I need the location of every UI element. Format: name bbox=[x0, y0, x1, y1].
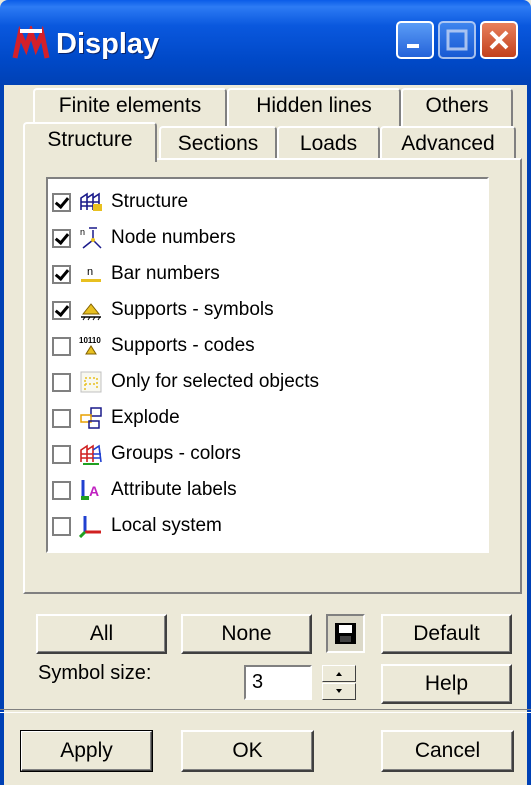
tab-others[interactable]: Others bbox=[401, 88, 513, 126]
item-label: Only for selected objects bbox=[111, 371, 320, 392]
item-label: Structure bbox=[111, 191, 189, 212]
tab-hidden-lines[interactable]: Hidden lines bbox=[227, 88, 401, 126]
default-button[interactable]: Default bbox=[381, 614, 512, 654]
explode-icon bbox=[80, 407, 102, 429]
svg-text:10110: 10110 bbox=[79, 336, 101, 345]
structure-icon bbox=[80, 192, 102, 211]
window-frame-left bbox=[0, 85, 4, 785]
window-frame-right bbox=[527, 85, 531, 785]
tab-advanced[interactable]: Advanced bbox=[380, 126, 516, 160]
tab-sections[interactable]: Sections bbox=[159, 126, 277, 160]
cancel-button[interactable]: Cancel bbox=[381, 730, 514, 772]
node-numbers-icon: n bbox=[80, 227, 102, 249]
floppy-disk-icon bbox=[335, 623, 356, 644]
checkbox[interactable] bbox=[52, 480, 71, 500]
item-label: Local system bbox=[111, 515, 222, 536]
item-label: Supports - symbols bbox=[111, 299, 274, 320]
all-button[interactable]: All bbox=[36, 614, 167, 654]
separator bbox=[0, 709, 531, 713]
svg-text:n: n bbox=[80, 227, 85, 237]
list-item-node-numbers[interactable]: n Node numbers bbox=[52, 221, 236, 255]
groups-colors-icon bbox=[80, 444, 102, 465]
item-label: Node numbers bbox=[111, 227, 236, 248]
list-item-supports-symbols[interactable]: Supports - symbols bbox=[52, 293, 274, 327]
save-defaults-button[interactable] bbox=[326, 614, 365, 653]
item-label: Supports - codes bbox=[111, 335, 255, 356]
minimize-button[interactable] bbox=[396, 21, 434, 59]
list-item-structure[interactable]: Structure bbox=[52, 185, 188, 219]
help-button[interactable]: Help bbox=[381, 664, 512, 704]
none-button[interactable]: None bbox=[181, 614, 312, 654]
spin-down-button[interactable] bbox=[322, 683, 356, 700]
close-icon bbox=[489, 30, 509, 50]
svg-text:n: n bbox=[87, 266, 93, 278]
tab-loads[interactable]: Loads bbox=[277, 126, 380, 160]
display-options-list[interactable]: Structure n Node numbers n Bar numbers S… bbox=[46, 177, 489, 553]
selected-objects-icon bbox=[80, 371, 102, 393]
checkbox[interactable] bbox=[52, 372, 71, 392]
checkbox[interactable] bbox=[52, 228, 71, 248]
close-button[interactable] bbox=[480, 21, 518, 59]
tab-finite-elements[interactable]: Finite elements bbox=[33, 88, 227, 126]
ok-button[interactable]: OK bbox=[181, 730, 314, 772]
svg-text:A: A bbox=[89, 483, 99, 499]
bar-numbers-icon: n bbox=[81, 266, 101, 282]
item-label: Explode bbox=[111, 407, 180, 428]
checkbox[interactable] bbox=[52, 264, 71, 284]
item-label: Attribute labels bbox=[111, 479, 237, 500]
maximize-button bbox=[438, 21, 476, 59]
apply-button[interactable]: Apply bbox=[20, 730, 153, 772]
item-label: Groups - colors bbox=[111, 443, 241, 464]
list-item-local-system[interactable]: Local system bbox=[52, 509, 222, 543]
list-item-explode[interactable]: Explode bbox=[52, 401, 180, 435]
tab-structure[interactable]: Structure bbox=[23, 122, 157, 162]
list-item-bar-numbers[interactable]: n Bar numbers bbox=[52, 257, 220, 291]
local-system-icon bbox=[79, 516, 101, 538]
checkbox[interactable] bbox=[52, 336, 71, 356]
checkbox[interactable] bbox=[52, 408, 71, 428]
supports-symbols-icon bbox=[81, 303, 101, 321]
symbol-size-label: Symbol size: bbox=[38, 662, 152, 684]
symbol-size-spinner[interactable] bbox=[322, 665, 356, 700]
minimize-icon bbox=[407, 44, 419, 48]
attribute-labels-icon: A bbox=[81, 480, 99, 500]
checkbox[interactable] bbox=[52, 516, 71, 536]
symbol-size-input[interactable]: 3 bbox=[244, 665, 312, 700]
checkbox[interactable] bbox=[52, 192, 71, 212]
list-item-groups-colors[interactable]: Groups - colors bbox=[52, 437, 241, 471]
down-arrow-icon bbox=[336, 689, 342, 693]
item-label: Bar numbers bbox=[111, 263, 220, 284]
spin-up-button[interactable] bbox=[322, 665, 356, 682]
list-item-attribute-labels[interactable]: A Attribute labels bbox=[52, 473, 237, 507]
list-item-supports-codes[interactable]: 10110 Supports - codes bbox=[52, 329, 255, 363]
supports-codes-icon: 10110 bbox=[79, 336, 101, 355]
list-item-only-selected[interactable]: Only for selected objects bbox=[52, 365, 319, 399]
window-title: Display bbox=[56, 28, 160, 60]
checkbox[interactable] bbox=[52, 444, 71, 464]
app-icon bbox=[12, 26, 50, 59]
checkbox[interactable] bbox=[52, 300, 71, 320]
title-bar[interactable]: Display bbox=[0, 0, 531, 85]
up-arrow-icon bbox=[336, 672, 342, 676]
maximize-icon bbox=[446, 29, 468, 51]
